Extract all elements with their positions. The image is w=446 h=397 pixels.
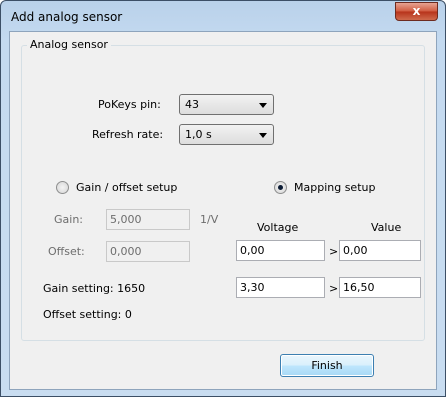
offset-input[interactable] <box>107 242 189 261</box>
pokeys-pin-dropdown[interactable]: 43 <box>179 94 274 115</box>
chevron-down-icon <box>259 133 267 138</box>
voltage-header: Voltage <box>257 221 299 234</box>
finish-button[interactable]: Finish <box>280 354 374 377</box>
window-title: Add analog sensor <box>11 10 123 24</box>
voltage-field-2[interactable] <box>236 277 325 298</box>
gain-offset-label[interactable]: Gain / offset setup <box>76 181 177 194</box>
refresh-rate-dropdown[interactable]: 1,0 s <box>179 124 274 145</box>
gain-field[interactable] <box>106 209 190 230</box>
mapping-arrow-2: > <box>329 282 339 295</box>
refresh-rate-label: Refresh rate: <box>92 128 164 141</box>
offset-field[interactable] <box>106 241 190 262</box>
offset-setting-text: Offset setting: 0 <box>43 308 132 321</box>
offset-label: Offset: <box>48 245 85 258</box>
title-bar[interactable]: Add analog sensor x <box>1 1 445 35</box>
close-icon: x <box>412 4 421 18</box>
value-input-1[interactable] <box>340 241 420 260</box>
add-analog-sensor-dialog: Add analog sensor x Analog sensor PoKeys… <box>0 0 446 397</box>
finish-button-label: Finish <box>311 359 343 372</box>
mapping-setup-label[interactable]: Mapping setup <box>294 181 375 194</box>
gain-input[interactable] <box>107 210 189 229</box>
pokeys-pin-value: 43 <box>185 98 199 111</box>
value-field-2[interactable] <box>339 277 421 298</box>
dialog-client-area: Analog sensor PoKeys pin: 43 Refresh rat… <box>9 31 437 390</box>
gain-offset-radio[interactable] <box>56 181 69 194</box>
voltage-input-2[interactable] <box>237 278 324 297</box>
radio-selected-dot <box>278 185 283 190</box>
mapping-setup-radio[interactable] <box>274 181 287 194</box>
pokeys-pin-label: PoKeys pin: <box>98 98 161 111</box>
voltage-field-1[interactable] <box>236 240 325 261</box>
value-input-2[interactable] <box>340 278 420 297</box>
gain-unit: 1/V <box>200 213 219 226</box>
gain-setting-text: Gain setting: 1650 <box>43 282 146 295</box>
voltage-input-1[interactable] <box>237 241 324 260</box>
close-button[interactable]: x <box>395 2 438 21</box>
mapping-arrow-1: > <box>329 245 339 258</box>
value-header: Value <box>371 221 402 234</box>
value-field-1[interactable] <box>339 240 421 261</box>
chevron-down-icon <box>259 103 267 108</box>
refresh-rate-value: 1,0 s <box>185 128 212 141</box>
gain-label: Gain: <box>54 213 83 226</box>
analog-sensor-group-label: Analog sensor <box>27 38 111 51</box>
